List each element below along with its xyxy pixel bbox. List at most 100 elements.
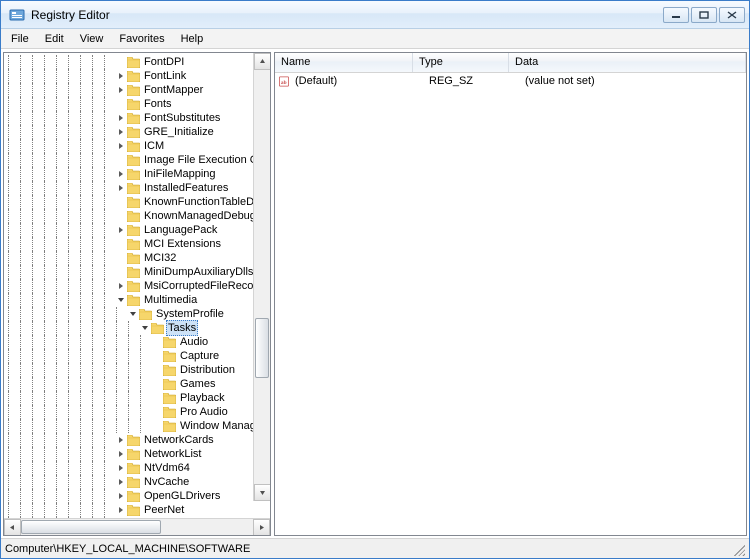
tree-node[interactable]: FontMapper — [8, 83, 270, 97]
expander-closed-icon[interactable] — [116, 139, 126, 153]
tree-node[interactable]: NetworkCards — [8, 433, 270, 447]
tree-node[interactable]: KnownFunctionTableDlls — [8, 195, 270, 209]
tree-node[interactable]: Tasks — [8, 321, 270, 335]
tree-indent-line — [20, 153, 32, 167]
expander-closed-icon[interactable] — [116, 447, 126, 461]
expander-closed-icon[interactable] — [116, 223, 126, 237]
menu-favorites[interactable]: Favorites — [111, 31, 172, 47]
tree-node[interactable]: NetworkList — [8, 447, 270, 461]
tree-node-label: MCI Extensions — [142, 237, 223, 251]
menu-view[interactable]: View — [72, 31, 112, 47]
tree-indent-line — [20, 181, 32, 195]
tree-node[interactable]: OpenGLDrivers — [8, 489, 270, 503]
values-list[interactable]: ab(Default)REG_SZ(value not set) — [275, 73, 746, 89]
tree-node[interactable]: Playback — [8, 391, 270, 405]
tree-indent-line — [8, 83, 20, 97]
scroll-down-button[interactable] — [254, 484, 270, 501]
tree-indent-line — [140, 419, 152, 433]
expander-closed-icon[interactable] — [116, 475, 126, 489]
expander-closed-icon[interactable] — [116, 489, 126, 503]
tree-indent-line — [68, 265, 80, 279]
expander-open-icon[interactable] — [116, 293, 126, 307]
tree-node[interactable]: Pro Audio — [8, 405, 270, 419]
tree-indent-line — [20, 293, 32, 307]
tree-node[interactable]: MCI32 — [8, 251, 270, 265]
registry-tree[interactable]: FontDPIFontLinkFontMapperFontsFontSubsti… — [4, 53, 270, 518]
tree-node[interactable]: KnownManagedDebuggingDlls — [8, 209, 270, 223]
expander-closed-icon[interactable] — [116, 181, 126, 195]
minimize-button[interactable] — [663, 7, 689, 23]
tree-node[interactable]: NtVdm64 — [8, 461, 270, 475]
close-button[interactable] — [719, 7, 745, 23]
tree-node[interactable]: FontDPI — [8, 55, 270, 69]
tree-node[interactable]: PeerNet — [8, 503, 270, 517]
scroll-track[interactable] — [254, 70, 270, 484]
tree-node[interactable]: Games — [8, 377, 270, 391]
column-name[interactable]: Name — [275, 53, 413, 72]
column-type[interactable]: Type — [413, 53, 509, 72]
expander-closed-icon[interactable] — [116, 125, 126, 139]
tree-indent-line — [8, 209, 20, 223]
tree-node[interactable]: Capture — [8, 349, 270, 363]
size-grip[interactable] — [731, 542, 745, 556]
tree-node[interactable]: IniFileMapping — [8, 167, 270, 181]
expander-closed-icon[interactable] — [116, 503, 126, 517]
tree-indent-line — [92, 433, 104, 447]
tree-node[interactable]: Window Manager — [8, 419, 270, 433]
expander-closed-icon[interactable] — [116, 111, 126, 125]
tree-indent-line — [56, 223, 68, 237]
expander-closed-icon[interactable] — [116, 69, 126, 83]
tree-node[interactable]: MCI Extensions — [8, 237, 270, 251]
tree-indent-line — [116, 363, 128, 377]
tree-indent-line — [32, 349, 44, 363]
menu-file[interactable]: File — [3, 31, 37, 47]
expander-closed-icon[interactable] — [116, 433, 126, 447]
menu-help[interactable]: Help — [173, 31, 212, 47]
scroll-track[interactable] — [21, 519, 253, 535]
tree-indent-line — [8, 335, 20, 349]
tree-node[interactable]: FontLink — [8, 69, 270, 83]
tree-indent-line — [68, 433, 80, 447]
tree-node[interactable]: MiniDumpAuxiliaryDlls — [8, 265, 270, 279]
tree-indent-line — [128, 377, 140, 391]
expander-closed-icon[interactable] — [116, 461, 126, 475]
scroll-thumb[interactable] — [255, 318, 269, 378]
menu-edit[interactable]: Edit — [37, 31, 72, 47]
expander-closed-icon[interactable] — [116, 83, 126, 97]
maximize-button[interactable] — [691, 7, 717, 23]
tree-node[interactable]: Distribution — [8, 363, 270, 377]
scroll-up-button[interactable] — [254, 53, 270, 70]
expander-open-icon[interactable] — [140, 321, 150, 335]
tree-horizontal-scrollbar[interactable] — [4, 518, 270, 535]
tree-vertical-scrollbar[interactable] — [253, 53, 270, 501]
tree-indent-line — [56, 419, 68, 433]
tree-node[interactable]: ICM — [8, 139, 270, 153]
tree-indent-line — [32, 307, 44, 321]
tree-node[interactable]: InstalledFeatures — [8, 181, 270, 195]
tree-node[interactable]: Audio — [8, 335, 270, 349]
tree-indent-line — [140, 391, 152, 405]
tree-node[interactable]: NvCache — [8, 475, 270, 489]
tree-node[interactable]: LanguagePack — [8, 223, 270, 237]
scroll-left-button[interactable] — [4, 519, 21, 536]
expander-closed-icon[interactable] — [116, 167, 126, 181]
expander-open-icon[interactable] — [128, 307, 138, 321]
tree-node[interactable]: GRE_Initialize — [8, 125, 270, 139]
tree-node-label: Pro Audio — [178, 405, 230, 419]
column-data[interactable]: Data — [509, 53, 746, 72]
tree-node[interactable]: MsiCorruptedFileRecovery — [8, 279, 270, 293]
expander-closed-icon[interactable] — [116, 517, 126, 518]
tree-indent-line — [128, 391, 140, 405]
tree-node[interactable]: Fonts — [8, 97, 270, 111]
value-row[interactable]: ab(Default)REG_SZ(value not set) — [275, 73, 746, 89]
expander-none — [116, 251, 126, 265]
tree-indent-line — [8, 293, 20, 307]
tree-node[interactable]: Perflib — [8, 517, 270, 518]
scroll-right-button[interactable] — [253, 519, 270, 536]
tree-node[interactable]: Image File Execution Options — [8, 153, 270, 167]
scroll-thumb[interactable] — [21, 520, 161, 534]
tree-node[interactable]: SystemProfile — [8, 307, 270, 321]
expander-closed-icon[interactable] — [116, 279, 126, 293]
tree-node[interactable]: FontSubstitutes — [8, 111, 270, 125]
tree-node[interactable]: Multimedia — [8, 293, 270, 307]
